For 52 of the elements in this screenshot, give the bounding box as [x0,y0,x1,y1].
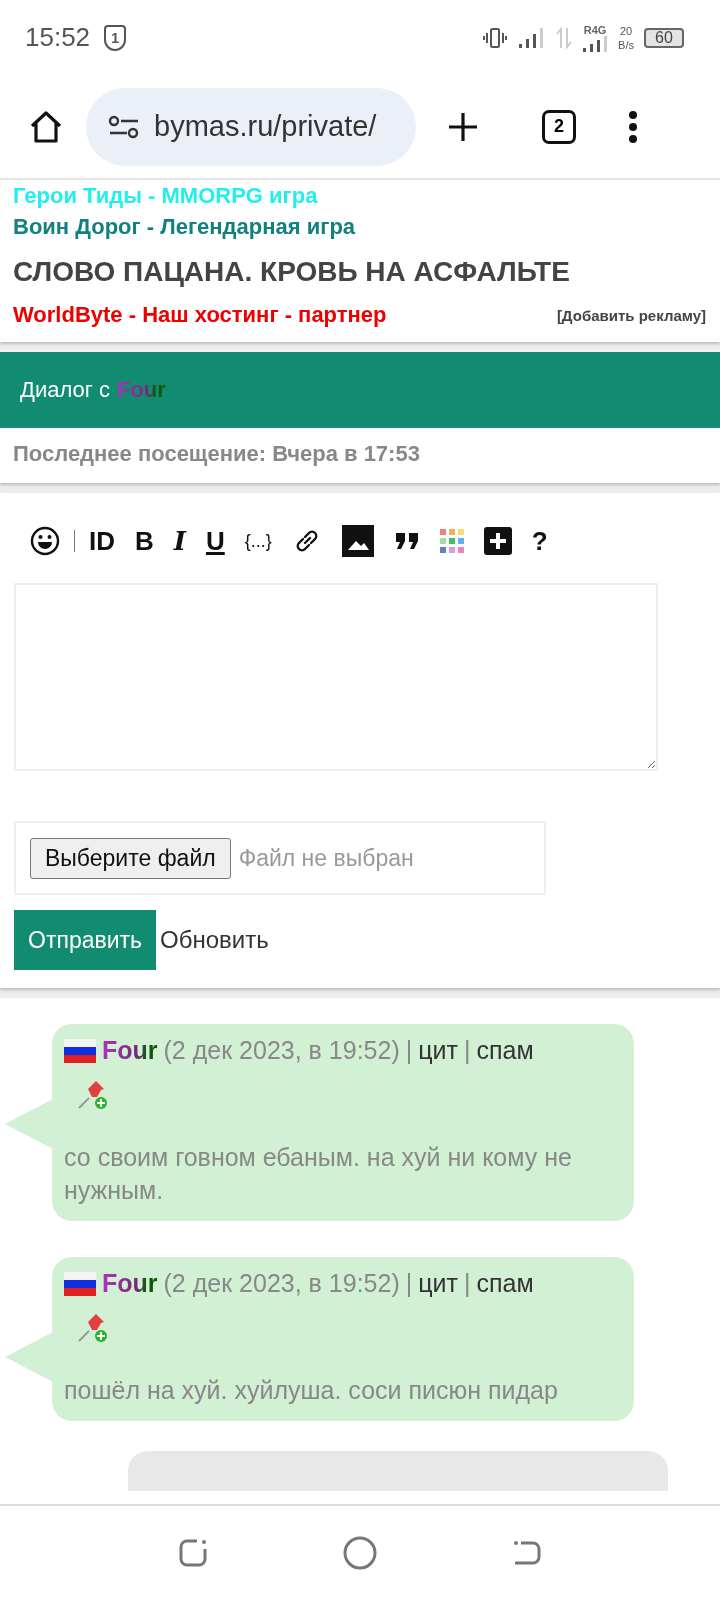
clock: 15:52 [25,22,91,53]
network-type: R4G [583,23,607,36]
smiley-icon[interactable] [30,526,60,556]
separator: | [405,1036,413,1065]
home-icon[interactable] [28,108,64,145]
site-settings-icon[interactable] [108,113,140,140]
ad-link[interactable]: WorldByte - Наш хостинг - партнер [13,298,387,332]
toolbar-button[interactable]: ID [89,525,115,557]
signal-icon [582,35,609,52]
dialog-title: Диалог с [20,377,110,403]
message-text: со своим говном ебаным. на хуй ни кому не нужным. [64,1142,573,1206]
url-text: bymas.ru/private/ [154,110,377,143]
battery-icon: 60 [644,27,684,48]
italic-button[interactable]: I [173,526,186,556]
last-visit-text: Последнее посещение: Вчера в 17:53 [0,428,720,483]
message-date: (2 дек 2023, в 19:52) [163,1036,400,1065]
tab-count-button[interactable]: 2 [542,109,576,144]
separator: | [463,1036,471,1065]
separator: | [405,1269,413,1298]
separator: | [463,1269,471,1298]
message-action-link[interactable]: цит [418,1036,458,1065]
plus-box-icon[interactable] [483,527,512,555]
message-action-link[interactable]: спам [476,1036,534,1065]
flag-icon [64,1038,96,1063]
message-action-link[interactable]: спам [476,1269,534,1298]
message-action-link[interactable]: цит [418,1269,458,1298]
message-text: пошёл на хуй. хуйлуша. соси писюн пидар [64,1375,559,1406]
ad-link[interactable]: СЛОВО ПАЦАНА. КРОВЬ НА АСФАЛЬТЕ [13,246,706,298]
file-input[interactable]: Выберите файл Файл не выбран [14,821,546,895]
code-button[interactable]: {...} [244,530,272,552]
refresh-button[interactable]: Обновить [156,926,273,954]
message-date: (2 дек 2023, в 19:52) [163,1269,400,1298]
vibrate-icon [482,26,509,49]
data-arrows-icon [556,26,573,49]
image-icon[interactable] [341,525,374,557]
ad-link[interactable]: Воин Дорог - Легендарная игра [13,210,706,244]
message-input[interactable] [14,583,658,771]
quote-icon[interactable] [393,531,420,551]
home-circle-icon[interactable] [343,1536,377,1570]
flag-icon [64,1271,96,1296]
speed-value: 20 [619,23,633,38]
more-menu-icon[interactable] [628,109,638,144]
address-bar[interactable]: bymas.ru/private/ [86,87,416,166]
recent-apps-icon[interactable] [177,1537,209,1569]
bold-button[interactable]: B [135,525,154,557]
toolbar-button[interactable]: ? [531,525,548,557]
send-button[interactable]: Отправить [14,910,157,970]
shield-badge: 1 [104,24,127,51]
speed-unit: B/s [618,37,634,52]
underline-button[interactable]: U [205,525,225,557]
add-ad-link[interactable]: [Добавить рекламу] [556,306,706,324]
color-palette-icon[interactable] [439,529,464,553]
